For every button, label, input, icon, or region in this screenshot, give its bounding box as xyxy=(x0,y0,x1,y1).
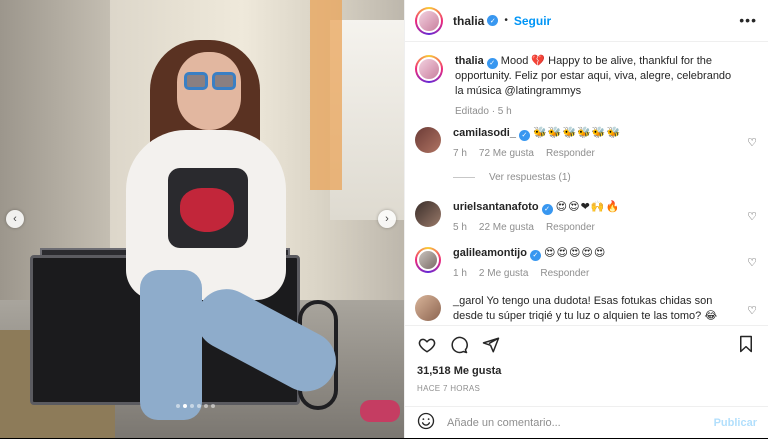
commenter-avatar[interactable] xyxy=(415,247,441,273)
carousel-dot xyxy=(183,404,187,408)
comment-item: galileamontijo ✓ 😍😍😍😍😍 1 h 2 Me gusta Res… xyxy=(415,246,759,281)
reply-button[interactable]: Responder xyxy=(540,266,589,281)
commenter-avatar[interactable] xyxy=(415,127,441,153)
comment-body: urielsantanafoto ✓ 😍😍❤🙌🔥 5 h 22 Me gusta … xyxy=(453,200,737,235)
post-header: thalia ✓ • Seguir ••• xyxy=(405,0,768,42)
comment-username[interactable]: _garol xyxy=(453,295,484,307)
verified-icon: ✓ xyxy=(487,15,499,26)
author-username[interactable]: thalia xyxy=(453,14,484,28)
photo-jeans-left xyxy=(140,270,202,420)
post-modal: ‹ › thalia ✓ • Seguir ••• thalia ✓ Mood 💔… xyxy=(0,0,768,438)
comment-text: 🐝🐝🐝🐝🐝🐝 xyxy=(533,127,622,139)
photo-tongue-logo xyxy=(180,188,234,232)
comment-likes[interactable]: 22 Me gusta xyxy=(479,220,534,235)
caption-username[interactable]: thalia xyxy=(455,55,484,67)
verified-icon: ✓ xyxy=(518,130,530,141)
comment-likes[interactable]: 72 Me gusta xyxy=(479,146,534,161)
comment-time: 5 h xyxy=(453,222,467,233)
smile-icon[interactable] xyxy=(417,412,437,435)
comment-username[interactable]: urielsantanafoto xyxy=(453,201,539,213)
comment-text: 😍😍❤🙌🔥 xyxy=(555,201,621,213)
comment-composer: Publicar xyxy=(405,406,768,439)
next-slide-button[interactable]: › xyxy=(378,210,396,228)
comment-input[interactable] xyxy=(447,417,714,429)
carousel-dot xyxy=(204,404,208,408)
carousel-dot xyxy=(176,404,180,408)
comment-item: camilasodi_ ✓ 🐝🐝🐝🐝🐝🐝 7 h 72 Me gusta Resp… xyxy=(415,126,759,161)
carousel-dot xyxy=(190,404,194,408)
commenter-avatar[interactable] xyxy=(415,201,441,227)
verified-icon: ✓ xyxy=(541,204,553,215)
caption-edited: Editado · 5 h xyxy=(455,106,512,117)
chevron-right-icon: › xyxy=(385,213,389,225)
bookmark-icon[interactable] xyxy=(737,335,757,355)
header-separator: • xyxy=(504,15,508,26)
reply-button[interactable]: Responder xyxy=(546,146,595,161)
comment-item: urielsantanafoto ✓ 😍😍❤🙌🔥 5 h 22 Me gusta … xyxy=(415,200,759,235)
comment-time: 7 h xyxy=(453,148,467,159)
carousel-indicator xyxy=(176,404,215,408)
comment-text: 😍😍😍😍😍 xyxy=(544,247,607,259)
comment-username[interactable]: camilasodi_ xyxy=(453,127,516,139)
view-replies-label: Ver respuestas (1) xyxy=(489,172,571,183)
carousel-dot xyxy=(197,404,201,408)
prev-slide-button[interactable]: ‹ xyxy=(6,210,24,228)
comment-icon[interactable] xyxy=(449,335,469,355)
comment-body: _garol Yo tengo una dudota! Esas fotukas… xyxy=(453,294,737,324)
post-photo: ‹ › xyxy=(0,0,404,438)
like-count[interactable]: 31,518 Me gusta xyxy=(417,365,501,377)
replies-line xyxy=(453,177,475,178)
share-icon[interactable] xyxy=(481,335,501,355)
reply-button[interactable]: Responder xyxy=(546,220,595,235)
comment-text: Yo tengo una dudota! Esas fotukas chidas… xyxy=(453,295,718,322)
chevron-left-icon: ‹ xyxy=(13,213,17,225)
heart-icon[interactable]: ♡ xyxy=(747,304,757,317)
follow-button[interactable]: Seguir xyxy=(514,14,551,28)
carousel-dot xyxy=(211,404,215,408)
heart-icon[interactable]: ♡ xyxy=(747,256,757,269)
comments-list[interactable]: thalia ✓ Mood 💔 Happy to be alive, thankf… xyxy=(405,42,768,324)
verified-icon: ✓ xyxy=(529,250,541,261)
heart-icon[interactable] xyxy=(417,335,437,355)
photo-sunglasses xyxy=(184,72,236,92)
caption-avatar[interactable] xyxy=(415,55,443,83)
post-actions: 31,518 Me gusta HACE 7 HORAS Publicar xyxy=(405,325,768,438)
post-side-panel: thalia ✓ • Seguir ••• thalia ✓ Mood 💔 Hap… xyxy=(404,0,768,438)
view-replies-button[interactable]: Ver respuestas (1) xyxy=(453,172,571,183)
verified-icon: ✓ xyxy=(486,58,498,69)
post-caption: thalia ✓ Mood 💔 Happy to be alive, thankf… xyxy=(415,54,759,119)
photo-door xyxy=(310,0,342,190)
comment-likes[interactable]: 2 Me gusta xyxy=(479,266,528,281)
author-avatar[interactable] xyxy=(415,6,443,35)
commenter-avatar[interactable] xyxy=(415,295,441,321)
post-timestamp: HACE 7 HORAS xyxy=(417,384,481,393)
comment-username[interactable]: galileamontijo xyxy=(453,247,527,259)
heart-icon[interactable]: ♡ xyxy=(747,136,757,149)
comment-body: galileamontijo ✓ 😍😍😍😍😍 1 h 2 Me gusta Res… xyxy=(453,246,737,281)
publish-button[interactable]: Publicar xyxy=(714,417,757,429)
comment-body: camilasodi_ ✓ 🐝🐝🐝🐝🐝🐝 7 h 72 Me gusta Resp… xyxy=(453,126,737,161)
heart-icon[interactable]: ♡ xyxy=(747,210,757,223)
caption-body: thalia ✓ Mood 💔 Happy to be alive, thankf… xyxy=(455,54,739,119)
comment-time: 1 h xyxy=(453,268,467,279)
more-options-icon[interactable]: ••• xyxy=(739,12,757,28)
photo-shoe xyxy=(360,400,400,422)
comment-item: _garol Yo tengo una dudota! Esas fotukas… xyxy=(415,294,759,324)
